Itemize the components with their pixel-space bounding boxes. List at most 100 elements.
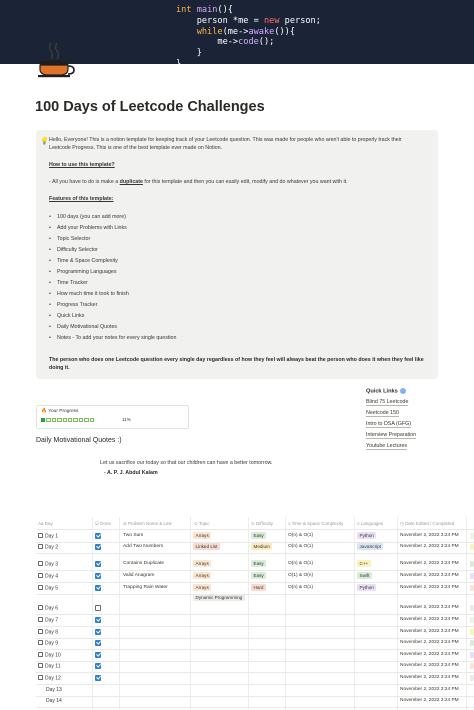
quick-link[interactable]: Intro to DSA (GFG)	[366, 421, 412, 428]
done-checkbox[interactable]	[95, 560, 101, 567]
done-checkbox[interactable]	[95, 674, 101, 681]
code-line: me->code();	[176, 37, 275, 48]
row-divider	[36, 570, 474, 571]
column-header-label: Date Edited / Completed	[405, 521, 455, 526]
progress-cell	[67, 418, 73, 423]
day-cell[interactable]: Day 2	[38, 544, 58, 551]
page-icon	[38, 675, 43, 680]
done-checkbox[interactable]	[95, 532, 101, 539]
problem-link[interactable]: Trapping Rain Water	[123, 585, 168, 590]
duplicate-link[interactable]: duplicate	[120, 179, 143, 185]
date-cell: November 2, 2022 3:24 PM	[400, 573, 459, 578]
done-checkbox[interactable]	[95, 572, 101, 579]
day-cell[interactable]: Day 13	[46, 687, 62, 693]
date-cell: November 2, 2022 3:24 PM	[400, 533, 459, 538]
done-checkbox[interactable]	[95, 543, 101, 550]
next-column-tag	[470, 532, 474, 539]
progress-percent: 11%	[122, 417, 131, 422]
code-line: }	[176, 58, 182, 69]
row-divider	[36, 672, 474, 673]
quick-link[interactable]: Youtube Lectures	[366, 443, 408, 450]
date-cell: November 2, 2022 3:24 PM	[400, 629, 459, 634]
day-cell[interactable]: Day 4	[38, 573, 58, 580]
row-divider	[36, 696, 474, 697]
day-cell[interactable]: Day 3	[38, 561, 58, 568]
page-icon	[38, 663, 43, 668]
day-cell[interactable]: Day 1	[38, 533, 58, 540]
column-header-date[interactable]: ◷ Date Edited / Completed	[400, 521, 454, 527]
problem-link[interactable]: Valid Anagram	[123, 573, 154, 578]
column-header-day[interactable]: Aa Day	[38, 521, 53, 526]
code-line: }	[176, 48, 202, 59]
day-cell[interactable]: Day 6	[38, 605, 58, 612]
coffee-cup-icon[interactable]	[36, 40, 76, 78]
topic-tag: Arrays	[193, 572, 212, 579]
quick-link[interactable]: Interview Preparation	[366, 432, 417, 439]
day-cell[interactable]: Day 11	[38, 663, 60, 670]
progress-label: 🔥 Your Progress	[41, 409, 78, 414]
feature-label: Topic Selector	[57, 236, 91, 242]
column-header-problem[interactable]: ⊘ Problem Name & Link	[123, 521, 172, 527]
day-cell[interactable]: Day 8	[38, 629, 58, 636]
code-line: while(me->awake()){	[196, 26, 296, 37]
progress-cell	[89, 418, 94, 423]
topic-tag: Arrays	[193, 584, 212, 591]
day-cell[interactable]: Day 12	[38, 675, 61, 682]
done-checkbox[interactable]	[95, 662, 101, 669]
date-cell: November 2, 2022 3:24 PM	[400, 544, 459, 549]
done-checkbox[interactable]	[95, 628, 101, 635]
row-divider	[36, 582, 474, 583]
column-header-languages[interactable]: ≡ Languages	[357, 521, 383, 526]
day-cell[interactable]: Day 7	[38, 617, 58, 624]
row-divider	[36, 614, 474, 615]
feature-label: Add your Problems with Links	[57, 225, 127, 231]
row-divider	[36, 684, 474, 685]
row-divider	[36, 649, 474, 650]
cover-code-snippet: int main(){ person *me = new person; whi…	[176, 5, 321, 70]
day-cell[interactable]: Day 14	[46, 698, 62, 704]
column-header-topic[interactable]: ⊙ Topic	[194, 521, 209, 527]
topic-tag: Arrays	[193, 560, 212, 567]
topic-tag: Arrays	[193, 532, 212, 539]
problem-link[interactable]: Two Sum	[123, 533, 143, 538]
closing-text: The person who does one Leetcode questio…	[49, 357, 424, 372]
date-cell: November 2, 2022 3:24 PM	[400, 675, 459, 680]
row-divider	[36, 626, 474, 627]
column-header-label: Difficulty	[256, 521, 273, 526]
page-icon	[38, 605, 43, 610]
problem-link[interactable]: Contains Duplicate	[123, 561, 164, 566]
done-checkbox[interactable]	[95, 604, 101, 611]
problem-link[interactable]: Add Two Numbers	[123, 544, 163, 549]
next-column-tag	[470, 651, 474, 658]
progress-cell	[46, 418, 51, 423]
page-title: 100 Days of Leetcode Challenges	[35, 99, 265, 115]
quick-link[interactable]: Blind 75 Leetcode	[366, 399, 409, 406]
fire-icon: 🔥	[41, 409, 47, 414]
quick-link[interactable]: Neetcode 150	[366, 410, 399, 417]
next-column-tag	[470, 662, 474, 669]
date-cell: November 2, 2022 3:24 PM	[400, 687, 459, 692]
day-label: Day 11	[45, 663, 61, 670]
complexity-cell: O(n) & O(1)	[288, 544, 314, 549]
day-cell[interactable]: Day 10	[38, 652, 61, 659]
row-divider	[36, 707, 474, 708]
page-icon	[38, 617, 43, 622]
column-header-label: Topic	[198, 521, 210, 526]
done-checkbox[interactable]	[95, 616, 101, 623]
quote-text: Let us sacrifice our today so that our c…	[100, 460, 273, 466]
done-checkbox[interactable]	[95, 651, 101, 658]
page-icon	[38, 544, 43, 549]
row-divider	[36, 594, 474, 595]
column-header-done[interactable]: ☑ Done	[95, 521, 111, 527]
done-checkbox[interactable]	[95, 639, 101, 646]
day-cell[interactable]: Day 5	[38, 585, 58, 592]
column-header-label: Problem Name & Link	[128, 521, 172, 526]
day-cell[interactable]: Day 9	[38, 640, 58, 647]
how-to-text: - All you have to do is make a duplicate…	[49, 178, 348, 186]
done-checkbox[interactable]	[95, 584, 101, 591]
column-header-difficulty[interactable]: ⊙ Difficulty	[251, 521, 273, 527]
day-label: Day 1	[45, 533, 59, 540]
feature-label: Progress Tracker	[57, 302, 98, 308]
date-cell: November 2, 2022 3:24 PM	[400, 585, 459, 590]
column-header-complexity[interactable]: ≡ Time & Space Complexity	[288, 521, 343, 526]
